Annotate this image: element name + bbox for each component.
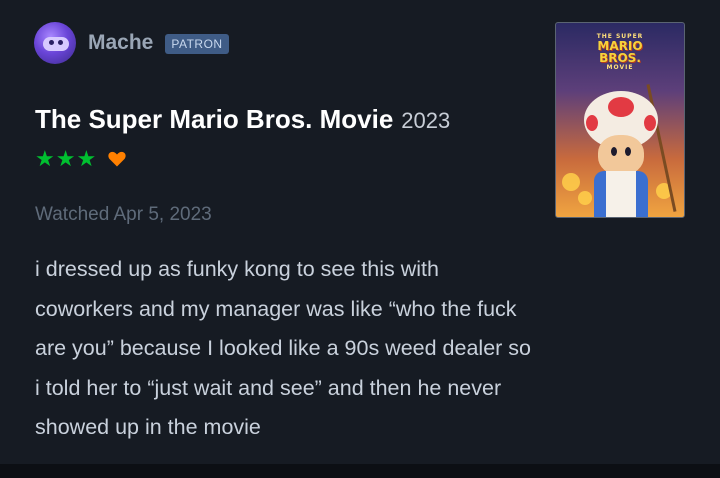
lantern-glow-icon — [578, 191, 592, 205]
review-card: Mache PATRON The Super Mario Bros. Movie… — [0, 0, 720, 478]
review-body: i dressed up as funky kong to see this w… — [35, 250, 695, 448]
rating-row: ★ ★ ★ — [35, 148, 127, 170]
star-icon: ★ — [35, 146, 55, 171]
film-title-link[interactable]: The Super Mario Bros. Movie — [35, 104, 393, 135]
toad-body-icon — [594, 171, 648, 217]
heart-icon — [108, 151, 126, 167]
review-line: i told her to “just wait and see” and th… — [35, 375, 502, 400]
avatar-face-icon — [43, 37, 69, 51]
star-icon: ★ — [55, 146, 76, 171]
watched-date: Watched Apr 5, 2023 — [35, 204, 212, 225]
review-line: coworkers and my manager was like “who t… — [35, 296, 517, 321]
toad-face-icon — [598, 135, 644, 175]
patron-badge: PATRON — [165, 34, 229, 54]
bottom-divider — [0, 464, 720, 478]
film-year-link[interactable]: 2023 — [401, 108, 450, 134]
film-poster[interactable]: THE SUPER MARIO BROS. MOVIE — [555, 22, 685, 218]
lantern-glow-icon — [562, 173, 580, 191]
star-icon: ★ — [76, 146, 97, 171]
review-line: are you” because I looked like a 90s wee… — [35, 336, 532, 360]
review-header: Mache PATRON — [34, 22, 229, 64]
username-link[interactable]: Mache — [88, 31, 153, 55]
review-line: i dressed up as funky kong to see this w… — [35, 257, 439, 281]
poster-logo: THE SUPER MARIO BROS. MOVIE — [596, 33, 644, 71]
avatar[interactable] — [34, 22, 76, 64]
film-title-row: The Super Mario Bros. Movie 2023 — [35, 104, 450, 135]
review-line: showed up in the movie — [35, 415, 261, 439]
